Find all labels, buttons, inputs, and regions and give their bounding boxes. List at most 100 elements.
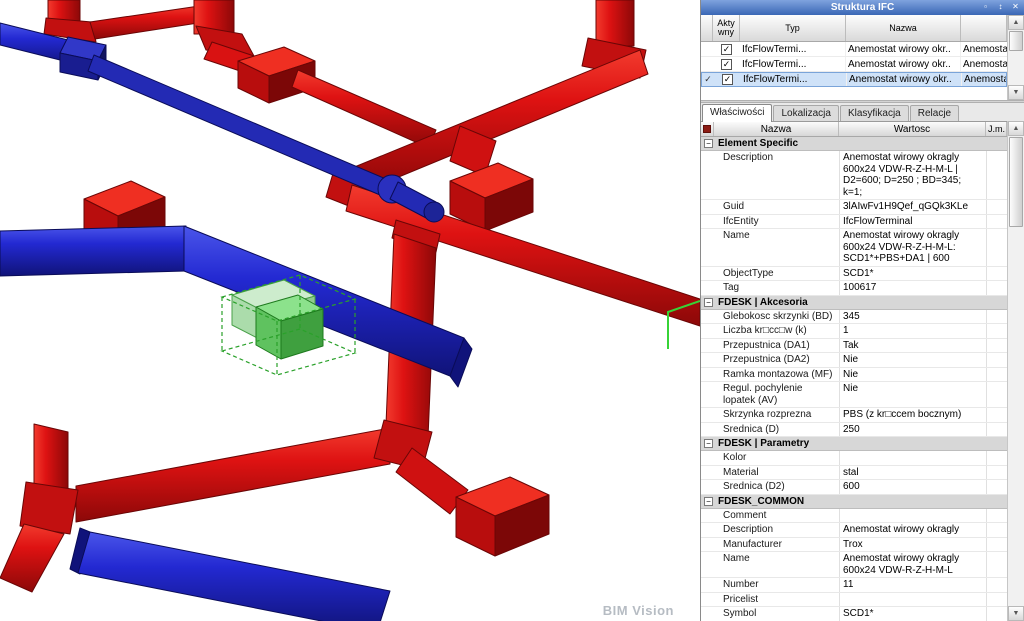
property-unit	[986, 408, 1007, 422]
row-type: IfcFlowTermi...	[740, 57, 846, 71]
property-name: Przepustnica (DA1)	[701, 339, 839, 353]
property-value: IfcFlowTerminal	[839, 215, 986, 229]
3d-viewport[interactable]: BIM Vision	[0, 0, 700, 621]
property-unit	[986, 423, 1007, 437]
property-row[interactable]: NameAnemostat wirowy okragly 600x24 VDW-…	[701, 229, 1007, 267]
property-name: Przepustnica (DA2)	[701, 353, 839, 367]
property-group-row[interactable]: −FDESK | Akcesoria	[701, 296, 1007, 310]
property-row[interactable]: Ramka montazowa (MF)Nie	[701, 368, 1007, 383]
scroll-up-icon[interactable]: ▲	[1008, 121, 1024, 136]
property-group-row[interactable]: −Element Specific	[701, 137, 1007, 151]
property-name: Liczba kr□cc□w (k)	[701, 324, 839, 338]
row-name: Anemostat wirowy okr..	[846, 57, 961, 71]
property-name: IfcEntity	[701, 215, 839, 229]
property-row[interactable]: Glebokosc skrzynki (BD)345	[701, 310, 1007, 325]
property-row[interactable]: DescriptionAnemostat wirowy okragly 600x…	[701, 151, 1007, 200]
property-row[interactable]: Comment	[701, 509, 1007, 524]
grid-col-name[interactable]: Nazwa	[714, 122, 839, 136]
property-row[interactable]: ManufacturerTrox	[701, 538, 1007, 553]
blue-duct-bottom[interactable]	[70, 528, 390, 621]
property-value: SCD1*	[839, 267, 986, 281]
property-name: Srednica (D)	[701, 423, 839, 437]
scroll-down-icon[interactable]: ▼	[1008, 85, 1024, 100]
red-duct-branch[interactable]	[292, 70, 436, 148]
collapse-icon[interactable]: −	[704, 497, 713, 506]
structure-panel-title: Struktura IFC	[831, 2, 894, 13]
property-row[interactable]: ObjectTypeSCD1*	[701, 267, 1007, 282]
red-diffuser-box-4[interactable]	[456, 477, 549, 556]
dock-icon[interactable]: ▫	[979, 1, 992, 13]
property-row[interactable]: Number11	[701, 578, 1007, 593]
property-row[interactable]: Kolor	[701, 451, 1007, 466]
property-unit	[986, 324, 1007, 338]
active-checkbox[interactable]: ✓	[722, 74, 733, 85]
property-row[interactable]: Przepustnica (DA1)Tak	[701, 339, 1007, 354]
property-row[interactable]: IfcEntityIfcFlowTerminal	[701, 215, 1007, 230]
property-unit	[986, 523, 1007, 537]
property-name: Pricelist	[701, 593, 839, 607]
properties-tabs: WłaściwościLokalizacjaKlasyfikacjaRelacj…	[701, 103, 1024, 122]
scroll-down-icon[interactable]: ▼	[1008, 606, 1024, 621]
property-unit	[986, 451, 1007, 465]
group-label: FDESK_COMMON	[718, 496, 804, 507]
row-marker	[701, 42, 713, 56]
property-grid-header: Nazwa Wartosc J.m.	[701, 122, 1007, 137]
row-marker	[701, 57, 713, 71]
property-row[interactable]: Srednica (D)250	[701, 423, 1007, 438]
tree-col-name[interactable]: Nazwa	[846, 15, 961, 41]
property-unit	[986, 310, 1007, 324]
scrollbar-thumb[interactable]	[1009, 137, 1023, 227]
property-unit	[986, 382, 1007, 407]
properties-scrollbar[interactable]: ▲ ▼	[1007, 121, 1024, 621]
property-row[interactable]: Regul. pochylenie lopatek (AV)Nie	[701, 382, 1007, 408]
ifc-tree-row[interactable]: ✓IfcFlowTermi...Anemostat wirowy okr..An…	[701, 57, 1007, 72]
scrollbar-thumb[interactable]	[1009, 31, 1023, 51]
collapse-icon[interactable]: −	[704, 439, 713, 448]
right-dock-panel: Struktura IFC ▫ ↕ ✕ Akty wny Typ Nazwa ✓…	[700, 0, 1024, 621]
tree-col-marker[interactable]	[701, 15, 713, 41]
tab-klasyfikacja[interactable]: Klasyfikacja	[840, 105, 909, 121]
scroll-up-icon[interactable]: ▲	[1008, 15, 1024, 30]
grid-col-value[interactable]: Wartosc	[839, 122, 986, 136]
pin-icon[interactable]: ↕	[994, 1, 1007, 13]
property-grid-body: −Element SpecificDescriptionAnemostat wi…	[701, 137, 1007, 621]
property-value: 3lAIwFv1H9Qef_qGQk3KLe	[839, 200, 986, 214]
structure-panel-titlebar[interactable]: Struktura IFC ▫ ↕ ✕	[701, 0, 1024, 15]
close-icon[interactable]: ✕	[1009, 1, 1022, 13]
active-checkbox[interactable]: ✓	[721, 59, 732, 70]
property-name: Ramka montazowa (MF)	[701, 368, 839, 382]
property-unit	[986, 509, 1007, 523]
property-row[interactable]: Materialstal	[701, 466, 1007, 481]
tab-relacje[interactable]: Relacje	[910, 105, 959, 121]
property-row[interactable]: DescriptionAnemostat wirowy okragly	[701, 523, 1007, 538]
property-unit	[986, 552, 1007, 577]
property-group-row[interactable]: −FDESK_COMMON	[701, 495, 1007, 509]
tab-wlasciwosci[interactable]: Właściwości	[702, 104, 772, 122]
ifc-model-canvas	[0, 0, 700, 621]
property-row[interactable]: Skrzynka rozpreznaPBS (z kr□ccem bocznym…	[701, 408, 1007, 423]
tree-col-type[interactable]: Typ	[740, 15, 846, 41]
property-row[interactable]: Liczba kr□cc□w (k)1	[701, 324, 1007, 339]
property-name: Tag	[701, 281, 839, 295]
tree-col-name-2[interactable]	[961, 15, 1007, 41]
tab-lokalizacja[interactable]: Lokalizacja	[773, 105, 838, 121]
property-row[interactable]: Guid3lAIwFv1H9Qef_qGQk3KLe	[701, 200, 1007, 215]
active-checkbox[interactable]: ✓	[721, 44, 732, 55]
tree-col-active[interactable]: Akty wny	[713, 15, 740, 41]
property-name: Comment	[701, 509, 839, 523]
property-name: Glebokosc skrzynki (BD)	[701, 310, 839, 324]
property-row[interactable]: Srednica (D2)600	[701, 480, 1007, 495]
property-row[interactable]: Tag100617	[701, 281, 1007, 296]
row-name-2: Anemostat	[962, 73, 1006, 86]
collapse-icon[interactable]: −	[704, 298, 713, 307]
ifc-tree-row[interactable]: ✓✓IfcFlowTermi...Anemostat wirowy okr..A…	[701, 72, 1007, 87]
grid-col-unit[interactable]: J.m.	[986, 122, 1007, 136]
property-row[interactable]: SymbolSCD1*	[701, 607, 1007, 621]
property-group-row[interactable]: −FDESK | Parametry	[701, 437, 1007, 451]
property-row[interactable]: Przepustnica (DA2)Nie	[701, 353, 1007, 368]
property-row[interactable]: NameAnemostat wirowy okragly 600x24 VDW-…	[701, 552, 1007, 578]
collapse-icon[interactable]: −	[704, 139, 713, 148]
property-row[interactable]: Pricelist	[701, 593, 1007, 608]
ifc-tree-row[interactable]: ✓IfcFlowTermi...Anemostat wirowy okr..An…	[701, 42, 1007, 57]
tree-scrollbar[interactable]: ▲ ▼	[1007, 15, 1024, 100]
